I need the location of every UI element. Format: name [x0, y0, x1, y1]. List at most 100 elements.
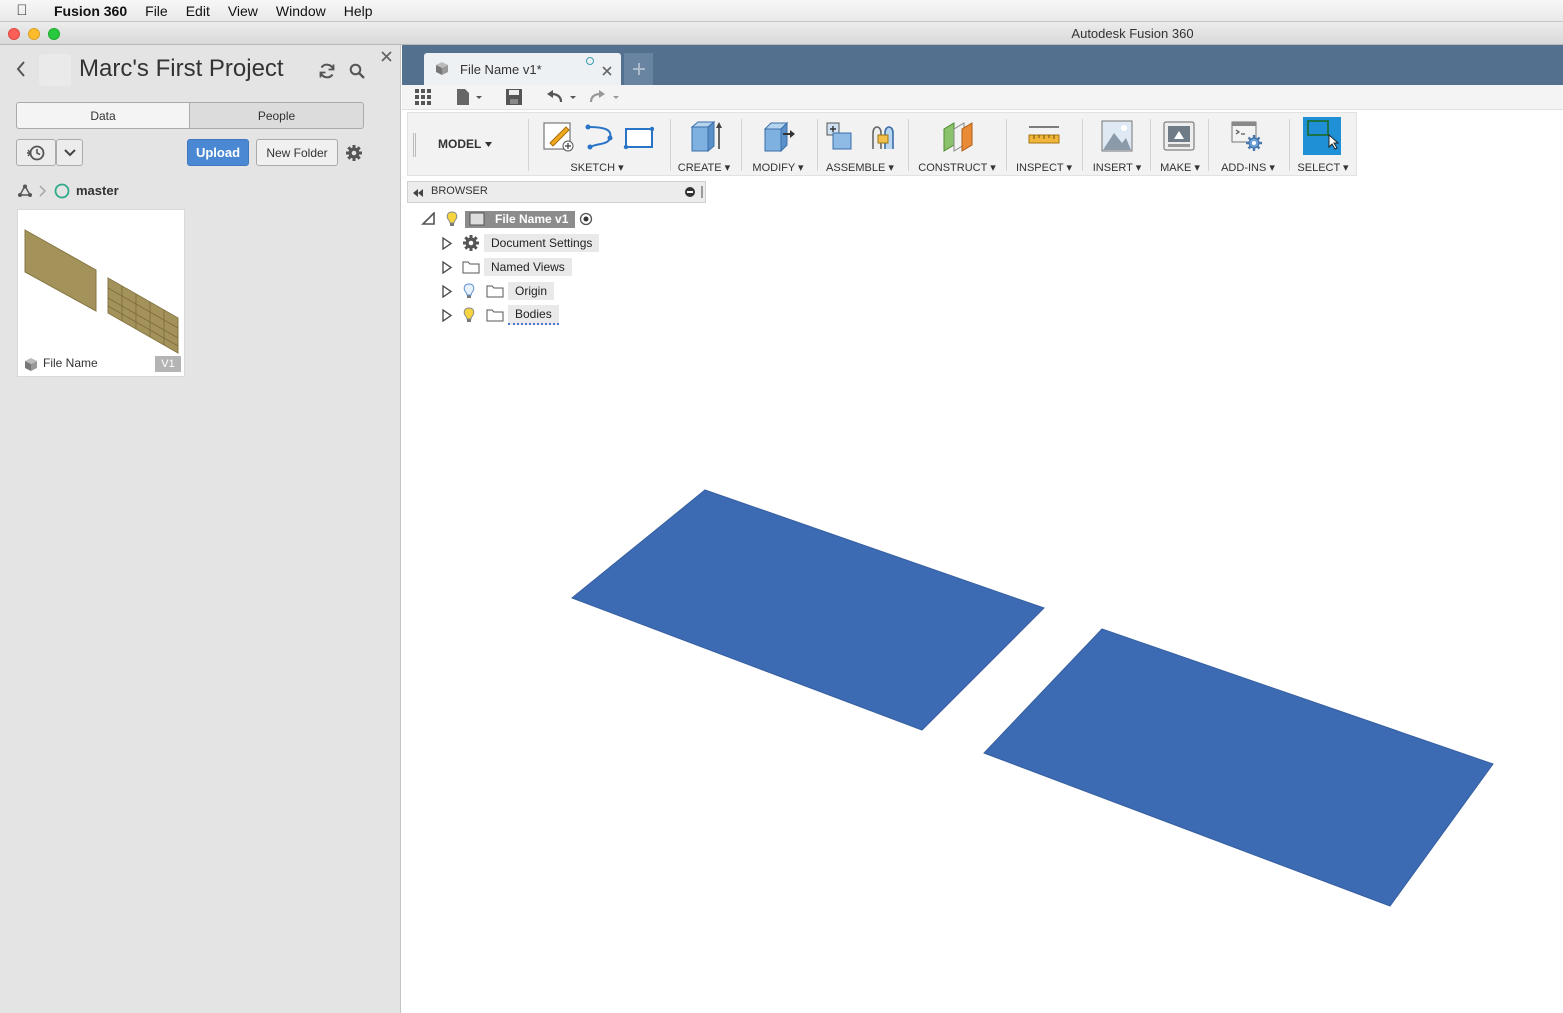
construct-group[interactable]: CONSTRUCT ▾ [913, 113, 1001, 177]
new-tab-button[interactable] [624, 53, 653, 85]
add-ins-group[interactable]: ADD-INS ▾ [1212, 113, 1284, 177]
menu-file[interactable]: File [136, 3, 177, 19]
menu-help[interactable]: Help [335, 3, 382, 19]
toolbar-ribbon: MODEL SKETCH ▾ CREATE ▾ MODIFY ▾ ASSEMBL… [407, 112, 1357, 176]
document-icon [469, 212, 485, 226]
folder-icon [486, 285, 504, 298]
expand-triangle-icon[interactable] [442, 237, 452, 250]
apple-icon[interactable]:  [0, 2, 44, 19]
measure-icon [1028, 126, 1060, 144]
redo-icon[interactable] [589, 88, 623, 111]
refresh-icon[interactable] [316, 60, 338, 82]
quick-access-toolbar [402, 85, 1563, 110]
collapse-browser-icon[interactable] [412, 186, 424, 204]
branch-name[interactable]: master [76, 183, 119, 198]
activate-component-icon[interactable] [579, 212, 593, 226]
menu-window[interactable]: Window [267, 3, 335, 19]
file-card[interactable]: File Name V1 [17, 209, 185, 377]
sketch-group[interactable]: SKETCH ▾ [536, 113, 658, 177]
menu-edit[interactable]: Edit [177, 3, 219, 19]
lightbulb-icon[interactable] [462, 307, 476, 323]
history-dropdown-button[interactable] [56, 139, 83, 166]
browser-node-label: Bodies [508, 305, 559, 325]
press-pull-icon [763, 121, 795, 153]
inspect-group[interactable]: INSPECT ▾ [1011, 113, 1077, 177]
new-component-icon [826, 122, 852, 150]
modify-group[interactable]: MODIFY ▾ [745, 113, 811, 177]
expanded-triangle-icon[interactable] [421, 212, 437, 226]
ribbon-grip[interactable] [413, 133, 416, 157]
tab-people[interactable]: People [189, 102, 364, 129]
file-thumbnail-image [24, 229, 179, 354]
close-tab-icon[interactable] [602, 63, 612, 81]
back-icon[interactable] [12, 58, 30, 80]
sketch-group-label: SKETCH ▾ [570, 162, 624, 174]
modify-group-label: MODIFY ▾ [752, 162, 804, 174]
workspace-switcher[interactable]: MODEL [438, 137, 493, 151]
upload-button[interactable]: Upload [187, 139, 249, 166]
window-title: Autodesk Fusion 360 [1071, 26, 1194, 41]
browser-node-bodies[interactable]: Bodies [442, 305, 559, 325]
caret-down-icon [485, 141, 493, 147]
surface-body-1[interactable] [571, 489, 1045, 731]
select-group[interactable]: SELECT ▾ [1292, 113, 1354, 177]
folder-icon [462, 261, 480, 274]
expand-triangle-icon[interactable] [442, 285, 452, 298]
browser-node-label: Named Views [484, 258, 572, 276]
history-icon [27, 145, 45, 160]
version-history-button[interactable] [16, 139, 56, 166]
browser-node-origin[interactable]: Origin [442, 281, 555, 301]
insert-group-label: INSERT ▾ [1092, 162, 1142, 174]
new-folder-button[interactable]: New Folder [256, 139, 338, 166]
expand-triangle-icon[interactable] [442, 261, 452, 274]
browser-node-named-views[interactable]: Named Views [442, 257, 572, 277]
make-group[interactable]: MAKE ▾ [1154, 113, 1206, 177]
menu-app-name[interactable]: Fusion 360 [44, 3, 136, 19]
data-panel: Marc's First Project Data People Upload … [0, 45, 401, 1013]
document-tab[interactable]: File Name v1* [424, 53, 621, 85]
zoom-window-button[interactable] [48, 28, 60, 40]
browser-root-node[interactable]: File Name v1 [421, 209, 593, 229]
lightbulb-icon[interactable] [445, 211, 459, 227]
assemble-group[interactable]: ASSEMBLE ▾ [821, 113, 899, 177]
expand-triangle-icon[interactable] [442, 309, 452, 322]
project-title: Marc's First Project [79, 55, 284, 82]
browser-resize-grip[interactable] [701, 186, 703, 198]
browser-node-document-settings[interactable]: Document Settings [442, 233, 600, 253]
surface-body-2[interactable] [983, 628, 1494, 907]
search-icon[interactable] [346, 60, 368, 82]
3d-print-icon [1163, 121, 1195, 151]
version-badge: V1 [155, 356, 181, 372]
add-ins-group-label: ADD-INS ▾ [1221, 162, 1275, 174]
save-icon[interactable] [505, 88, 523, 111]
close-panel-icon[interactable] [378, 48, 394, 64]
branch-icon [53, 182, 71, 200]
browser-minimize-icon[interactable] [685, 187, 695, 197]
plus-icon [632, 63, 645, 75]
lightbulb-off-icon[interactable] [462, 283, 476, 299]
undo-icon[interactable] [545, 88, 579, 111]
minimize-window-button[interactable] [28, 28, 40, 40]
project-avatar [39, 54, 71, 86]
browser-root-label: File Name v1 [495, 212, 569, 226]
scripts-addins-icon [1231, 121, 1262, 151]
create-group[interactable]: CREATE ▾ [674, 113, 734, 177]
sync-status-icon [586, 57, 594, 65]
hub-icon[interactable] [16, 183, 34, 199]
tab-data[interactable]: Data [16, 102, 190, 129]
workspace-label: MODEL [438, 137, 482, 151]
file-menu-icon[interactable] [455, 88, 485, 111]
data-panel-grid-icon[interactable] [414, 88, 432, 111]
settings-gear-icon[interactable] [344, 143, 364, 163]
close-window-button[interactable] [8, 28, 20, 40]
insert-image-icon [1101, 120, 1133, 152]
model-canvas[interactable] [402, 330, 1563, 1013]
file-card-name: File Name [43, 356, 98, 370]
create-sketch-icon [543, 122, 574, 152]
create-group-label: CREATE ▾ [677, 162, 731, 174]
menu-view[interactable]: View [219, 3, 267, 19]
offset-plane-icon [943, 122, 973, 152]
window-title-bar: Autodesk Fusion 360 [0, 22, 1563, 45]
browser-panel-header: BROWSER [407, 181, 706, 203]
insert-group[interactable]: INSERT ▾ [1086, 113, 1148, 177]
